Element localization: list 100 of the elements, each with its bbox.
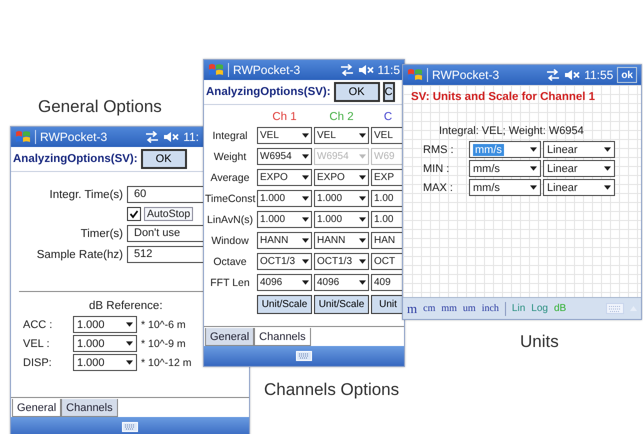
unit-scale-button[interactable]: Unit bbox=[371, 295, 405, 314]
dropdown[interactable]: mm/s bbox=[469, 179, 541, 196]
channel-label: Ch 2 bbox=[328, 111, 355, 123]
unit-toolbar-button[interactable]: mm bbox=[441, 303, 457, 314]
field-label: LinAvN(s) bbox=[206, 214, 254, 226]
caret-icon bbox=[302, 280, 309, 285]
dropdown[interactable]: HAN bbox=[371, 232, 405, 249]
checkbox[interactable] bbox=[127, 207, 141, 221]
dropdown[interactable]: OCT1/3 bbox=[257, 253, 312, 270]
dropdown[interactable]: OCT bbox=[371, 253, 405, 270]
caret-icon bbox=[604, 147, 611, 152]
clock-time: 11:55 bbox=[584, 68, 614, 82]
unit-text: * 10^-12 m bbox=[141, 356, 192, 368]
caret-icon bbox=[604, 166, 611, 171]
unit-toolbar-button[interactable]: um bbox=[462, 303, 476, 314]
channel-label: C bbox=[382, 111, 394, 123]
dropdown[interactable]: 409 bbox=[371, 274, 405, 291]
windows-flag-icon[interactable] bbox=[208, 62, 224, 78]
caret-icon bbox=[359, 259, 366, 264]
caret-icon bbox=[359, 154, 366, 159]
dropdown[interactable]: OCT1/3 bbox=[314, 253, 369, 270]
clock-time: 11: bbox=[183, 130, 199, 144]
field-label: FFT Len bbox=[209, 276, 251, 288]
dropdown[interactable]: VEL bbox=[371, 127, 405, 144]
connectivity-icon[interactable] bbox=[145, 131, 160, 143]
caret-icon bbox=[359, 280, 366, 285]
ok-button[interactable]: ok bbox=[617, 67, 637, 83]
dropdown[interactable]: EXP bbox=[371, 169, 405, 186]
dropdown[interactable]: 4096 bbox=[257, 274, 312, 291]
caret-icon bbox=[302, 175, 309, 180]
tab[interactable]: Channels bbox=[254, 328, 311, 346]
field-label: DISP: bbox=[23, 356, 53, 368]
field-label: RMS : bbox=[423, 144, 455, 156]
unit-text: * 10^-9 m bbox=[141, 338, 187, 350]
dropdown[interactable]: mm/s bbox=[469, 160, 541, 177]
dropdown[interactable]: EXPO bbox=[257, 169, 312, 186]
dropdown[interactable]: 1.00 bbox=[371, 190, 405, 207]
field-label: ACC : bbox=[23, 318, 54, 330]
caret-icon bbox=[302, 196, 309, 201]
speaker-muted-icon[interactable] bbox=[564, 69, 580, 81]
tab[interactable]: Channels bbox=[61, 399, 118, 417]
field-label: Integral bbox=[211, 130, 249, 142]
dropdown[interactable]: 1.000 bbox=[257, 190, 312, 207]
dropdown[interactable]: VEL bbox=[257, 127, 312, 144]
dropdown[interactable]: EXPO bbox=[314, 169, 369, 186]
field-label: Sample Rate(hz) bbox=[36, 248, 123, 260]
header-button[interactable]: OK bbox=[334, 82, 380, 102]
dropdown[interactable]: 4096 bbox=[314, 274, 369, 291]
dropdown[interactable]: HANN bbox=[257, 232, 312, 249]
caret-icon bbox=[302, 238, 309, 243]
channel-label: Ch 1 bbox=[271, 111, 298, 123]
dropdown[interactable]: 1.000 bbox=[73, 335, 137, 352]
field-label: MIN : bbox=[423, 162, 450, 174]
caret-icon bbox=[604, 185, 611, 190]
screen-title: AnalyzingOptions(SV): bbox=[206, 86, 331, 98]
caret-icon bbox=[359, 196, 366, 201]
header-button[interactable]: C bbox=[382, 82, 395, 102]
speaker-muted-icon[interactable] bbox=[163, 131, 180, 143]
ok-button[interactable]: OK bbox=[140, 149, 187, 169]
unit-toolbar-button[interactable]: cm bbox=[423, 303, 436, 314]
caret-icon bbox=[126, 360, 133, 365]
unit-toolbar-button[interactable]: inch bbox=[482, 303, 499, 314]
clock-time: 11:5 bbox=[378, 63, 400, 77]
tab[interactable]: General bbox=[12, 399, 62, 417]
speaker-muted-icon[interactable] bbox=[358, 64, 374, 76]
dropdown[interactable]: 1.000 bbox=[314, 190, 369, 207]
unit-scale-button[interactable]: Unit/Scale bbox=[314, 295, 369, 314]
caret-icon bbox=[359, 133, 366, 138]
unit-scale-button[interactable]: Unit/Scale bbox=[257, 295, 312, 314]
dropdown[interactable]: W6954 bbox=[257, 148, 312, 165]
unit-toolbar-button[interactable]: m bbox=[407, 300, 418, 316]
checkbox-label: AutoStop bbox=[144, 207, 194, 221]
caption: Channels Options bbox=[264, 380, 400, 400]
dropdown[interactable]: 1.000 bbox=[257, 211, 312, 228]
caret-icon bbox=[302, 154, 309, 159]
dropdown[interactable]: Linear bbox=[543, 141, 615, 158]
field-label: Timer(s) bbox=[80, 228, 123, 240]
dropdown[interactable]: Linear bbox=[543, 179, 615, 196]
windows-flag-icon[interactable] bbox=[15, 129, 31, 145]
field-label: Octave bbox=[212, 256, 248, 268]
dropdown[interactable]: 1.000 bbox=[73, 316, 137, 333]
dropdown[interactable]: VEL bbox=[314, 127, 369, 144]
caret-icon bbox=[359, 217, 366, 222]
caret-icon bbox=[302, 259, 309, 264]
unit-text: * 10^-6 m bbox=[141, 318, 187, 330]
window-title: RWPocket-3 bbox=[233, 63, 302, 77]
connectivity-icon[interactable] bbox=[546, 69, 560, 81]
window-title: RWPocket-3 bbox=[40, 130, 108, 144]
caret-icon bbox=[302, 217, 309, 222]
dropdown[interactable]: Linear bbox=[543, 160, 615, 177]
caret-icon bbox=[359, 238, 366, 243]
windows-flag-icon[interactable] bbox=[407, 67, 423, 83]
dropdown[interactable]: 1.00 bbox=[371, 211, 405, 228]
connectivity-icon[interactable] bbox=[340, 64, 354, 76]
dropdown[interactable]: 1.000 bbox=[73, 354, 137, 371]
tab[interactable]: General bbox=[205, 328, 254, 346]
field-label: Weight bbox=[212, 150, 248, 162]
dropdown[interactable]: HANN bbox=[314, 232, 369, 249]
dropdown[interactable]: 1.000 bbox=[314, 211, 369, 228]
section-title: dB Reference: bbox=[89, 300, 163, 312]
